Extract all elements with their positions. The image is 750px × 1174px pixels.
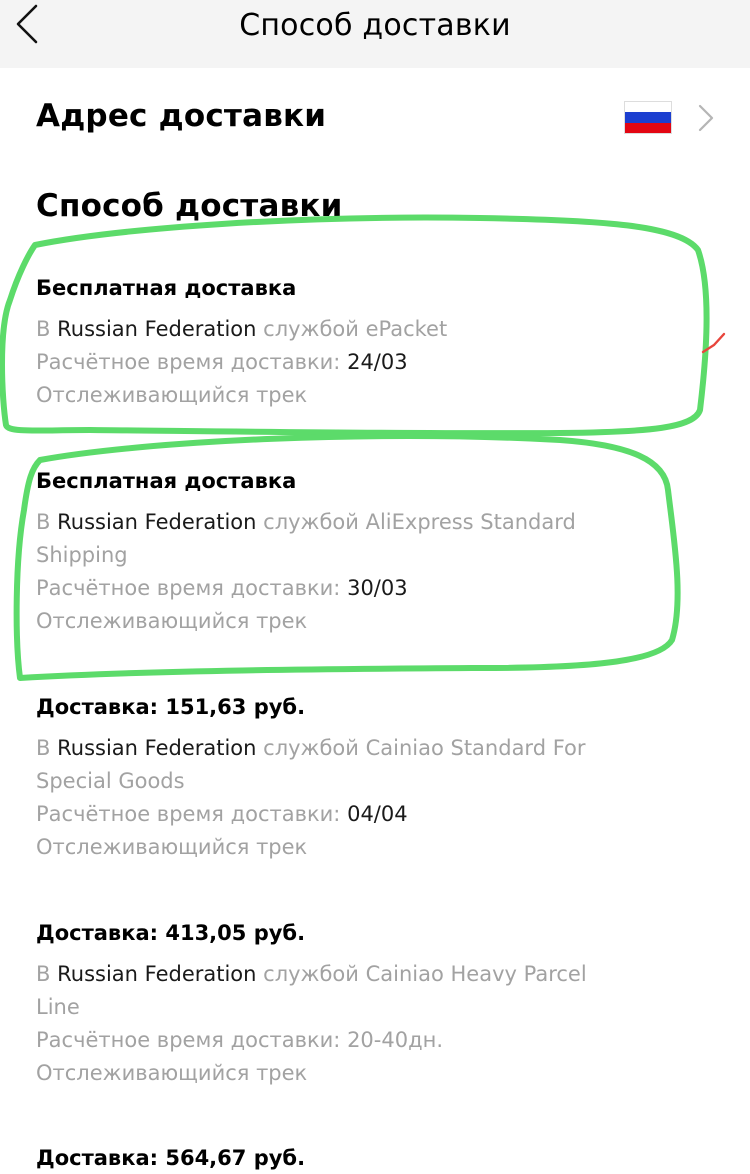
delivery-address-heading: Адрес доставки [36,98,327,134]
check-mark-icon [701,332,726,354]
tracking-label: Отслеживающийся трек [36,835,308,859]
delivery-address-row[interactable]: Адрес доставки [0,90,750,150]
shipping-route: В Russian Federation службой Cainiao Sta… [36,736,586,793]
shipping-option-title: Бесплатная доставка [36,469,297,493]
page-title: Способ доставки [239,8,511,43]
shipping-eta: Расчётное время доставки: 04/04 [36,802,408,826]
shipping-route: В Russian Federation службой ePacket [36,317,448,341]
chevron-right-icon [693,103,719,133]
shipping-eta: Расчётное время доставки: 20-40дн. [36,1028,444,1052]
shipping-option-partial[interactable]: Доставка: 564,67 руб. [36,1142,656,1174]
shipping-eta: Расчётное время доставки: 30/03 [36,576,408,600]
top-navigation-bar: Способ доставки [0,0,750,68]
shipping-option-cainiao-heavy[interactable]: Доставка: 413,05 руб. В Russian Federati… [36,917,636,1090]
shipping-option-title: Доставка: 413,05 руб. [36,921,306,945]
russia-flag-icon [624,101,672,134]
shipping-option-title: Доставка: 564,67 руб. [36,1146,306,1170]
shipping-option-title: Бесплатная доставка [36,276,297,300]
tracking-label: Отслеживающийся трек [36,609,308,633]
shipping-option-title: Доставка: 151,63 руб. [36,695,306,719]
shipping-route: В Russian Federation службой AliExpress … [36,510,576,567]
tracking-label: Отслеживающийся трек [36,383,308,407]
shipping-route: В Russian Federation службой Cainiao Hea… [36,962,587,1019]
shipping-option-aliexpress-standard[interactable]: Бесплатная доставка В Russian Federation… [36,465,626,638]
shipping-option-epacket[interactable]: Бесплатная доставка В Russian Federation… [36,272,656,412]
shipping-method-heading: Способ доставки [36,188,343,224]
shipping-eta: Расчётное время доставки: 24/03 [36,350,408,374]
tracking-label: Отслеживающийся трек [36,1061,308,1085]
shipping-option-cainiao-special[interactable]: Доставка: 151,63 руб. В Russian Federati… [36,691,636,864]
